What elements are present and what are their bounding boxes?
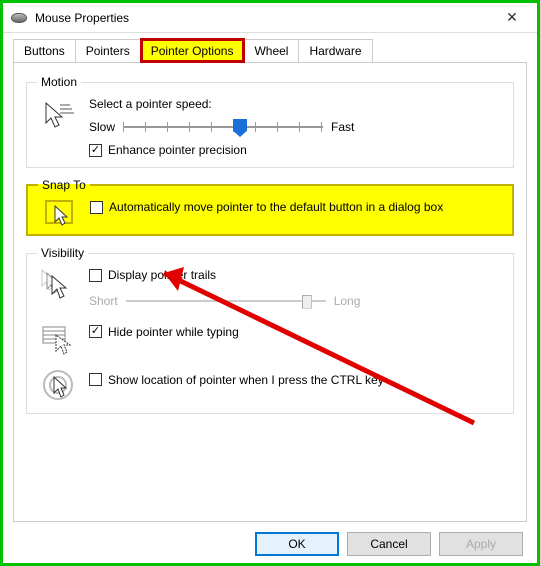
cancel-button[interactable]: Cancel: [347, 532, 431, 556]
hide-while-typing-checkbox[interactable]: Hide pointer while typing: [89, 325, 239, 339]
ok-button[interactable]: OK: [255, 532, 339, 556]
pointer-speed-slider[interactable]: [123, 117, 323, 137]
pointer-trails-checkbox[interactable]: Display pointer trails: [89, 268, 216, 282]
trails-long-label: Long: [334, 294, 361, 308]
pointer-trails-icon: [40, 268, 76, 304]
checkbox-icon: [89, 269, 102, 282]
snap-to-label: Automatically move pointer to the defaul…: [109, 200, 443, 214]
tab-wheel[interactable]: Wheel: [244, 39, 299, 62]
ctrl-locate-icon: [40, 367, 76, 403]
enhance-precision-checkbox[interactable]: Enhance pointer precision: [89, 143, 247, 157]
speed-slow-label: Slow: [89, 120, 115, 134]
checkbox-icon: [89, 325, 102, 338]
group-visibility: Visibility Display pointer trails: [26, 246, 514, 414]
tabstrip: Buttons Pointers Pointer Options Wheel H…: [3, 33, 537, 62]
group-snap-to: Snap To Automatically move pointer to th…: [26, 178, 514, 236]
pointer-trails-label: Display pointer trails: [108, 268, 216, 282]
motion-legend: Motion: [37, 75, 81, 89]
snap-to-legend: Snap To: [38, 178, 90, 192]
snap-to-icon: [45, 200, 73, 224]
trail-length-slider: [126, 291, 326, 311]
pointer-speed-label: Select a pointer speed:: [89, 97, 503, 111]
tab-pointers[interactable]: Pointers: [76, 39, 141, 62]
mouse-sys-icon: [11, 13, 27, 23]
hide-while-typing-label: Hide pointer while typing: [108, 325, 239, 339]
group-motion: Motion Select a pointer speed: Slow: [26, 75, 514, 168]
window-title: Mouse Properties: [35, 11, 495, 25]
tab-hardware[interactable]: Hardware: [299, 39, 372, 62]
tab-page: Motion Select a pointer speed: Slow: [13, 62, 527, 522]
hide-while-typing-icon: [40, 321, 76, 357]
checkbox-icon: [89, 144, 102, 157]
enhance-precision-label: Enhance pointer precision: [108, 143, 247, 157]
checkbox-icon: [89, 373, 102, 386]
pointer-speed-icon: [40, 97, 76, 133]
trails-short-label: Short: [89, 294, 118, 308]
speed-fast-label: Fast: [331, 120, 354, 134]
dialog-button-bar: OK Cancel Apply: [3, 522, 537, 566]
close-button[interactable]: ✕: [495, 6, 529, 30]
visibility-legend: Visibility: [37, 246, 88, 260]
titlebar: Mouse Properties ✕: [3, 3, 537, 33]
tab-buttons[interactable]: Buttons: [13, 39, 76, 62]
ctrl-locate-checkbox[interactable]: Show location of pointer when I press th…: [89, 373, 384, 387]
ctrl-locate-label: Show location of pointer when I press th…: [108, 373, 384, 387]
apply-button: Apply: [439, 532, 523, 556]
snap-to-checkbox[interactable]: Automatically move pointer to the defaul…: [90, 200, 443, 214]
tab-pointer-options[interactable]: Pointer Options: [141, 39, 245, 62]
checkbox-icon: [90, 201, 103, 214]
